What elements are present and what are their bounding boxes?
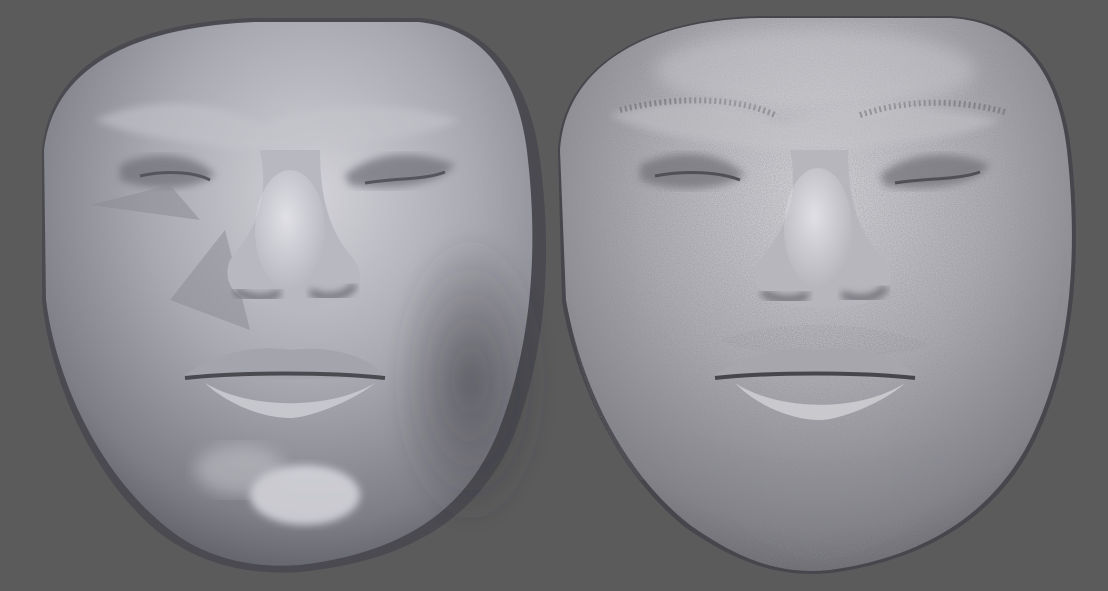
detailed-face-model bbox=[558, 16, 1076, 574]
smooth-face-model bbox=[42, 18, 550, 573]
viewport-scene bbox=[42, 16, 1076, 574]
